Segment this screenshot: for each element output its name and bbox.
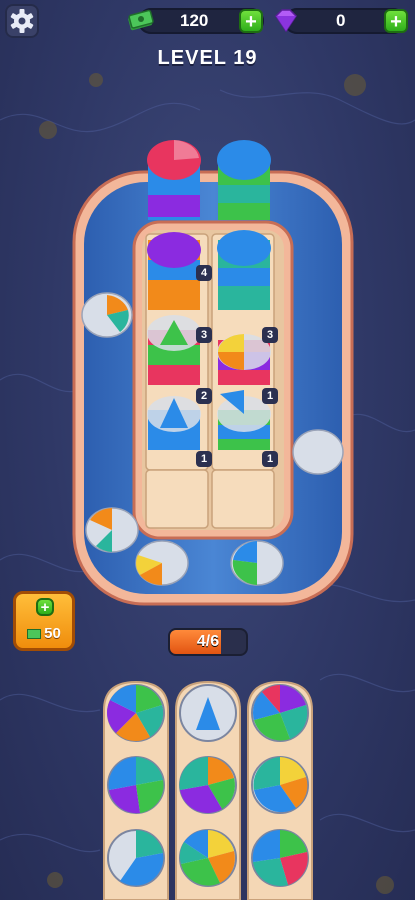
- tray-piece[interactable]: [179, 684, 237, 742]
- tray-piece[interactable]: [107, 756, 165, 814]
- tray-piece[interactable]: [107, 829, 165, 887]
- piece-tray: [103, 680, 313, 900]
- tray-piece[interactable]: [251, 756, 309, 814]
- tray-piece[interactable]: [251, 684, 309, 742]
- tray-piece[interactable]: [107, 684, 165, 742]
- tray-piece[interactable]: [179, 756, 237, 814]
- tray-piece[interactable]: [179, 829, 237, 887]
- tray-piece[interactable]: [251, 829, 309, 887]
